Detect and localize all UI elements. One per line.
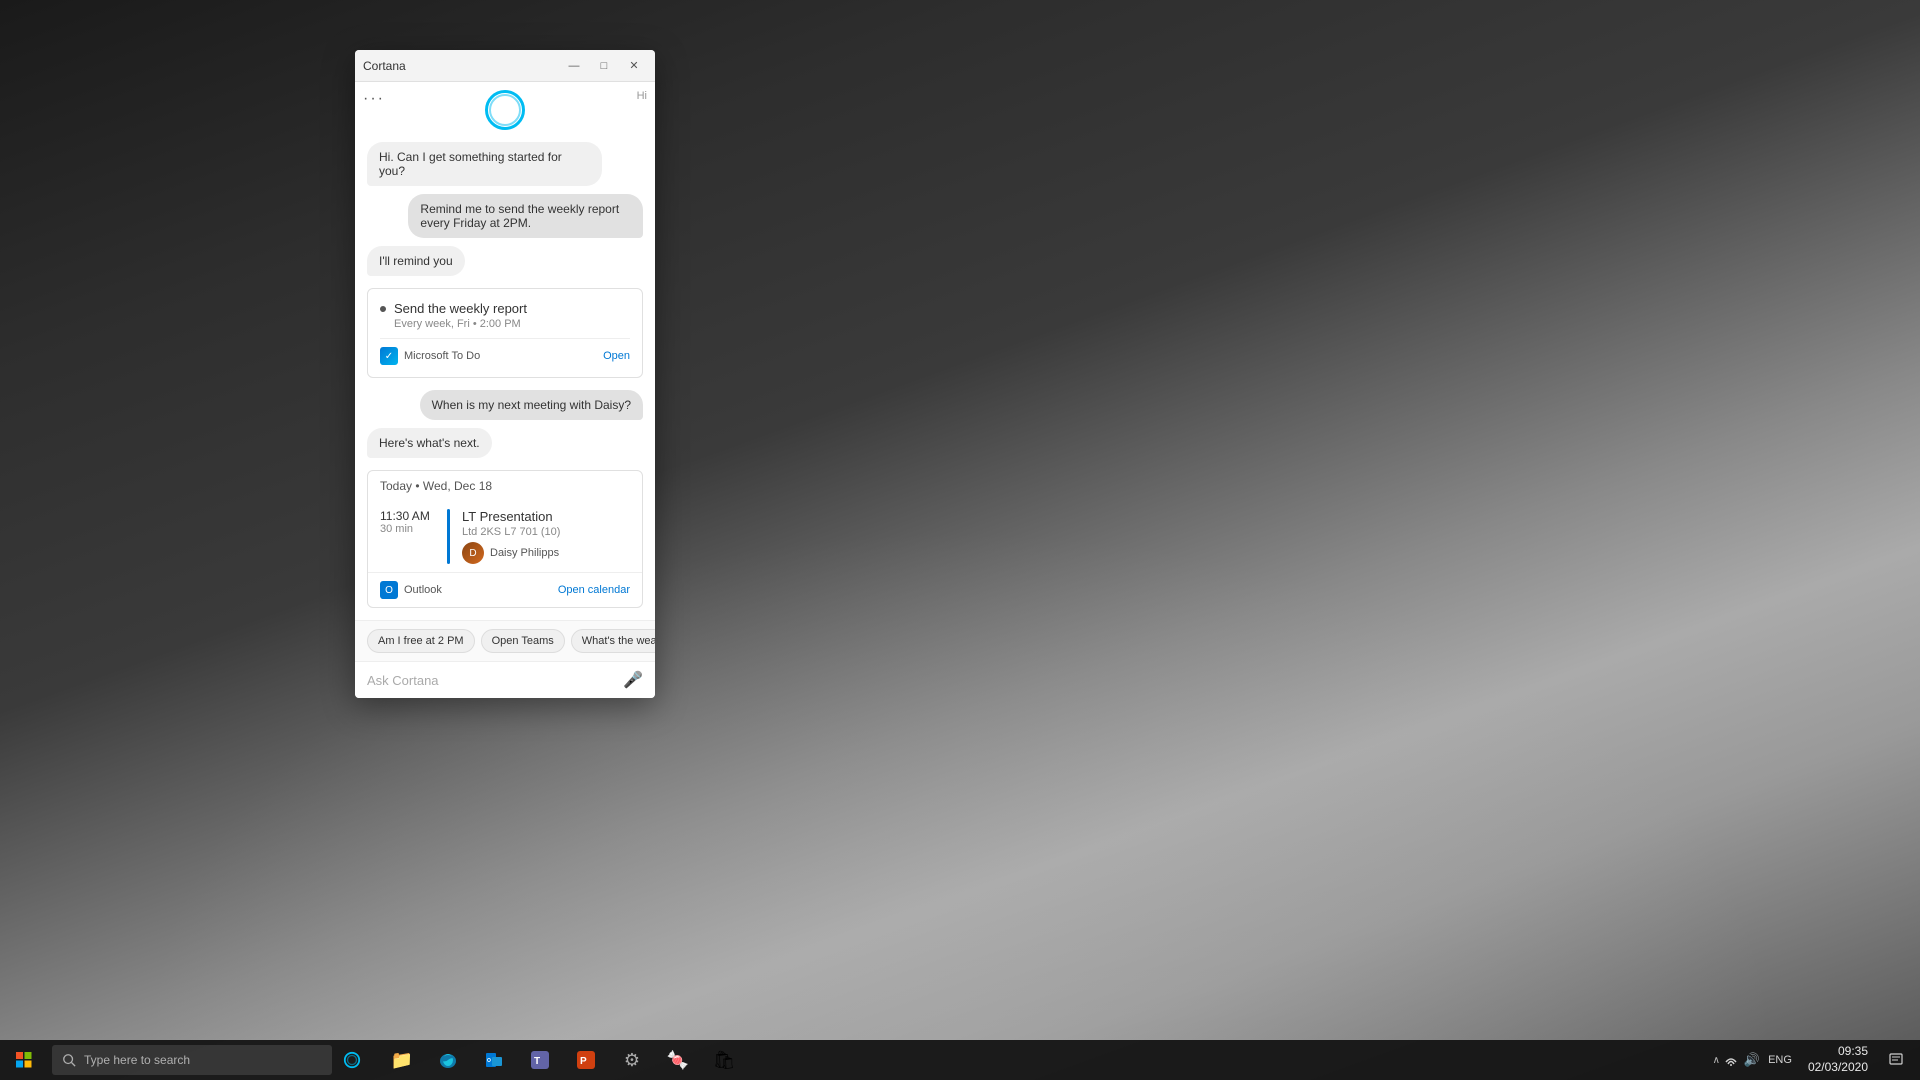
reminder-app-name: Microsoft To Do [404,350,480,362]
reminder-bullet [380,306,386,312]
suggestion-chip-3[interactable]: What's the weath... [571,629,655,653]
event-time: 11:30 AM [380,509,435,523]
calendar-app-info: O Outlook [380,581,442,599]
taskbar-app-teams[interactable]: T [518,1040,562,1080]
attendee-name: Daisy Philipps [490,547,559,559]
event-location: Ltd 2KS L7 701 (10) [462,526,630,538]
taskbar-tray: ∧ 🔊 ENG 09:35 02/03/2020 [1713,1040,1920,1080]
svg-text:T: T [534,1056,540,1067]
quick-suggestions: Am I free at 2 PM Open Teams What's the … [355,620,655,661]
taskbar: 📁 O T [0,1040,1920,1080]
tray-icons: 🔊 [1724,1052,1760,1069]
reminder-task: Send the weekly report [394,301,527,316]
calendar-card: Today • Wed, Dec 18 11:30 AM 30 min LT P… [367,470,643,608]
event-attendee: D Daisy Philipps [462,542,630,564]
tray-date: 02/03/2020 [1808,1060,1868,1076]
event-color-bar [447,509,450,564]
event-title: LT Presentation [462,509,630,524]
reminder-schedule: Every week, Fri • 2:00 PM [394,318,527,330]
reminder-card-footer: ✓ Microsoft To Do Open [380,338,630,365]
taskbar-app-settings[interactable]: ⚙ [610,1040,654,1080]
menu-dots-button[interactable]: ··· [363,90,385,108]
outlook-taskbar-icon: O [484,1050,504,1070]
cortana-input-area: 🎤 [355,661,655,698]
cortana-header: ··· Hi [355,82,655,134]
cortana-reply-1: I'll remind you [367,246,465,276]
cortana-circle-icon [485,90,525,130]
start-button[interactable] [0,1040,48,1080]
desktop: Cortana — □ ✕ ··· Hi Hi. Can I get somet… [0,0,1920,1080]
microphone-button[interactable]: 🎤 [623,670,643,690]
tray-expand-arrow[interactable]: ∧ [1713,1055,1720,1066]
taskbar-cortana-button[interactable] [332,1040,372,1080]
edge-icon [438,1050,458,1070]
calendar-event: 11:30 AM 30 min LT Presentation Ltd 2KS … [368,501,642,572]
notification-center-button[interactable] [1880,1040,1912,1080]
hi-label: Hi [637,90,647,102]
cortana-window-title: Cortana [363,59,406,73]
user-message-2: When is my next meeting with Daisy? [420,390,643,420]
cortana-body: ··· Hi Hi. Can I get something started f… [355,82,655,698]
desktop-background [0,440,1920,1040]
taskbar-search-input[interactable] [84,1053,304,1067]
window-controls: — □ ✕ [561,53,647,79]
reminder-card: Send the weekly report Every week, Fri •… [367,288,643,378]
chat-area[interactable]: Hi. Can I get something started for you?… [355,134,655,620]
event-details: LT Presentation Ltd 2KS L7 701 (10) D Da… [462,509,630,564]
taskbar-app-file-explorer[interactable]: 📁 [380,1040,424,1080]
notification-icon [1889,1053,1903,1067]
taskbar-app-edge[interactable] [426,1040,470,1080]
cortana-window: Cortana — □ ✕ ··· Hi Hi. Can I get somet… [355,50,655,698]
outlook-icon: O [380,581,398,599]
taskbar-app-candy[interactable]: 🍬 [656,1040,700,1080]
event-duration: 30 min [380,523,435,535]
maximize-button[interactable]: □ [591,53,617,79]
taskbar-app-powerpoint[interactable]: P [564,1040,608,1080]
close-button[interactable]: ✕ [621,53,647,79]
svg-text:O: O [487,1058,491,1064]
attendee-avatar: D [462,542,484,564]
volume-icon: 🔊 [1744,1052,1760,1068]
taskbar-app-outlook[interactable]: O [472,1040,516,1080]
calendar-date-header: Today • Wed, Dec 18 [368,471,642,501]
suggestion-chip-1[interactable]: Am I free at 2 PM [367,629,475,653]
taskbar-app-store[interactable]: 🛍 [702,1040,746,1080]
cortana-input[interactable] [367,673,615,688]
cortana-greeting-bubble: Hi. Can I get something started for you? [367,142,602,186]
cortana-titlebar: Cortana — □ ✕ [355,50,655,82]
windows-logo-icon [16,1052,32,1068]
svg-text:P: P [580,1056,587,1067]
ms-todo-icon: ✓ [380,347,398,365]
suggestion-chip-2[interactable]: Open Teams [481,629,565,653]
calendar-card-footer: O Outlook Open calendar [368,572,642,607]
teams-icon: T [530,1050,550,1070]
tray-clock[interactable]: 09:35 02/03/2020 [1800,1044,1876,1075]
taskbar-apps: 📁 O T [380,1040,746,1080]
network-icon [1724,1052,1738,1069]
minimize-button[interactable]: — [561,53,587,79]
reminder-app-info: ✓ Microsoft To Do [380,347,480,365]
powerpoint-icon: P [576,1050,596,1070]
calendar-app-name: Outlook [404,584,442,596]
taskbar-search[interactable] [52,1045,332,1075]
user-message-1: Remind me to send the weekly report ever… [408,194,643,238]
event-time-col: 11:30 AM 30 min [380,509,435,564]
cortana-taskbar-icon [343,1051,361,1069]
open-calendar-link[interactable]: Open calendar [558,584,630,596]
tray-time: 09:35 [1808,1044,1868,1060]
search-icon [62,1053,76,1067]
cortana-reply-2: Here's what's next. [367,428,492,458]
tray-language[interactable]: ENG [1768,1054,1792,1066]
reminder-item: Send the weekly report Every week, Fri •… [380,301,630,330]
reminder-open-link[interactable]: Open [603,350,630,362]
